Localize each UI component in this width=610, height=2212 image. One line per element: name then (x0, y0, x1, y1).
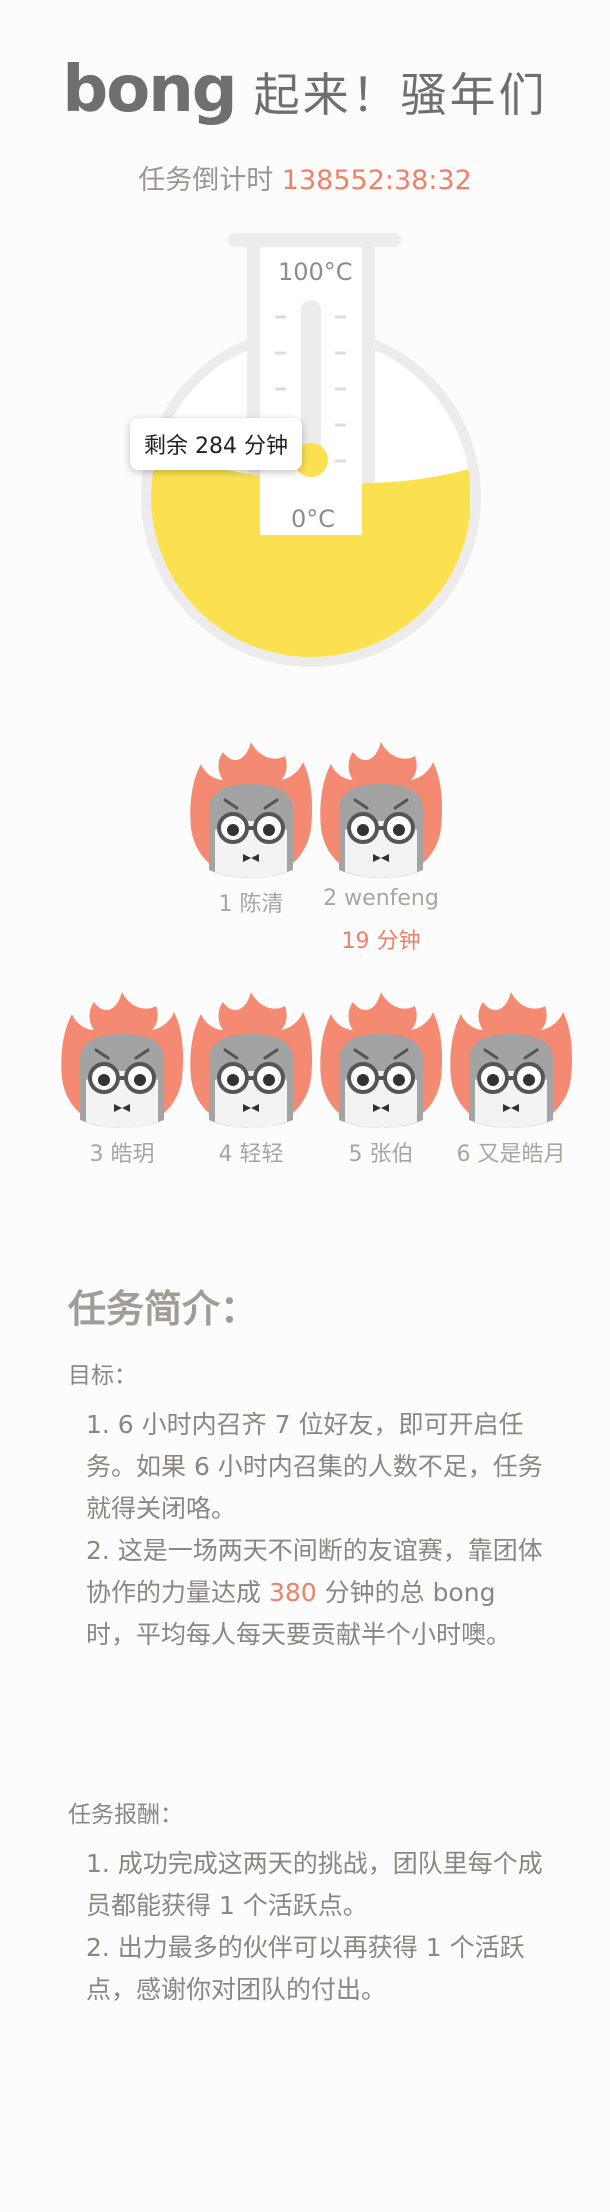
member-avatar-card[interactable]: 4 轻轻 (186, 988, 316, 1168)
member-avatar-card[interactable]: 1 陈清 (186, 738, 316, 918)
top-temperature-label: 100°C (278, 258, 353, 286)
member-avatar-card[interactable]: 2 wenfeng 19 分钟 (316, 738, 446, 955)
member-avatar-card[interactable]: 6 又是皓月 (446, 988, 576, 1168)
bottom-temperature-label: 0°C (291, 505, 336, 533)
avatar (320, 742, 443, 878)
eye-right (263, 1074, 275, 1086)
flask-gauge: 100°C 0°C 剩余 284 分钟 (0, 0, 610, 720)
goal-label: 目标： (68, 1363, 137, 1389)
avatar (190, 742, 313, 878)
member-name: 6 又是皓月 (456, 1142, 566, 1167)
member-avatar-card[interactable]: 3 皓玥 (57, 988, 187, 1168)
eye-left (357, 824, 369, 836)
reward-label: 任务报酬： (68, 1802, 183, 1828)
thermometer-tube (301, 300, 321, 460)
flask-graphic (141, 233, 481, 667)
member-name: 1 陈清 (218, 892, 284, 917)
reward-item-1: 1. 成功完成这两天的挑战，团队里每个成员都能获得 1 个活跃点。 (86, 1849, 543, 1920)
remaining-time-tooltip: 剩余 284 分钟 (130, 418, 302, 470)
avatar (61, 992, 184, 1128)
intro-title: 任务简介： (68, 1287, 259, 1331)
reward-item-2: 2. 出力最多的伙伴可以再获得 1 个活跃点，感谢你对团队的付出。 (86, 1933, 525, 2004)
member-name: 3 皓玥 (89, 1142, 155, 1167)
eye-right (523, 1074, 535, 1086)
avatar (450, 992, 573, 1128)
eye-right (393, 824, 405, 836)
member-avatar-card[interactable]: 5 张伯 (316, 988, 446, 1168)
eye-right (263, 824, 275, 836)
goal-minutes-value: 380 (268, 1578, 317, 1607)
page: bong 起来！骚年们 任务倒计时 138552:38:32 100°C 0°C… (0, 0, 610, 2212)
member-name: 4 轻轻 (218, 1142, 284, 1167)
eye-left (487, 1074, 499, 1086)
eye-right (134, 1074, 146, 1086)
member-name: 5 张伯 (348, 1142, 414, 1167)
goal-item-1: 1. 6 小时内召齐 7 位好友，即可开启任务。如果 6 小时内召集的人数不足，… (86, 1410, 543, 1523)
task-intro: 任务简介： (68, 1278, 548, 1333)
member-minutes: 19 分钟 (341, 929, 421, 954)
eye-left (98, 1074, 110, 1086)
goal-item-2: 2. 这是一场两天不间断的友谊赛，靠团体协作的力量达成 380 分钟的总 bon… (68, 1530, 548, 1656)
flask-cap (228, 233, 401, 247)
eye-right (393, 1074, 405, 1086)
avatar (320, 992, 443, 1128)
eye-left (227, 824, 239, 836)
eye-left (227, 1074, 239, 1086)
reward-section: 任务报酬： 1. 成功完成这两天的挑战，团队里每个成员都能获得 1 个活跃点。 … (68, 1795, 548, 2011)
member-name: 2 wenfeng (323, 886, 439, 911)
goal-section: 目标： 1. 6 小时内召齐 7 位好友，即可开启任务。如果 6 小时内召集的人… (68, 1356, 548, 1656)
eye-left (357, 1074, 369, 1086)
avatar (190, 992, 313, 1128)
